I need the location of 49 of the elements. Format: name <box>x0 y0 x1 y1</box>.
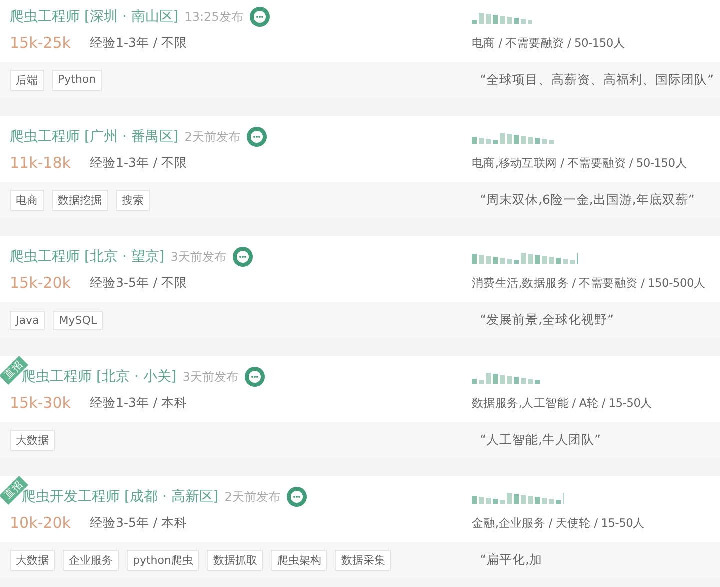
job-requirements: 经验1-3年 / 不限 <box>90 154 188 172</box>
salary: 11k-18k <box>10 154 72 172</box>
skill-tag: 搜索 <box>116 190 150 210</box>
company-info: 电商 / 不需要融资 / 50-150人 <box>472 36 626 50</box>
company-info: 电商,移动互联网 / 不需要融资 / 50-150人 <box>472 156 687 170</box>
company-info: 金融,企业服务 / 天使轮 / 15-50人 <box>472 516 645 530</box>
skill-tag: 企业服务 <box>63 550 119 570</box>
salary: 10k-20k <box>10 514 72 532</box>
salary: 15k-25k <box>10 34 72 52</box>
post-time: 2天前发布 <box>224 488 280 506</box>
skill-tag: 大数据 <box>10 550 55 570</box>
skill-tag: Java <box>10 310 46 330</box>
skill-tag: python爬虫 <box>127 550 200 570</box>
job-requirements: 经验3-5年 / 本科 <box>90 514 188 532</box>
post-time: 2天前发布 <box>184 128 240 146</box>
skill-tag: 数据挖掘 <box>52 190 108 210</box>
job-requirements: 经验3-5年 / 不限 <box>90 274 188 292</box>
pixelated-company-name-drawing <box>472 370 541 384</box>
company-slogan: “周末双休,6险一金,出国游,年底双薪” <box>479 192 696 208</box>
job-title[interactable]: 爬虫工程师 [广州 · 番禺区] <box>10 128 179 146</box>
company-slogan: “人工智能,牛人团队” <box>479 432 602 448</box>
job-title[interactable]: 爬虫工程师 [深圳 · 南山区] <box>10 8 179 26</box>
salary: 15k-30k <box>10 394 72 412</box>
chat-icon[interactable] <box>249 6 272 28</box>
skill-tag: 爬虫架构 <box>271 550 328 570</box>
chat-icon[interactable] <box>286 486 308 508</box>
skill-tag: 大数据 <box>10 430 55 450</box>
post-time: 3天前发布 <box>170 248 226 266</box>
skill-tag: 电商 <box>10 190 44 210</box>
skill-tag: 数据抓取 <box>207 550 264 570</box>
salary: 15k-20k <box>10 274 72 292</box>
skill-tag: 后端 <box>10 70 44 90</box>
company-slogan: “扁平化,加 <box>479 552 544 568</box>
job-requirements: 经验1-3年 / 不限 <box>90 34 188 52</box>
chat-icon[interactable] <box>246 126 268 148</box>
post-time: 3天前发布 <box>182 368 238 386</box>
pixelated-company-name-drawing <box>472 10 532 24</box>
post-time: 13:25发布 <box>184 8 244 26</box>
company-slogan: “全球项目、高薪资、高福利、国际团队” <box>479 72 715 88</box>
job-title[interactable]: 爬虫工程师 [北京 · 望京] <box>10 248 165 266</box>
chat-icon[interactable] <box>244 366 266 388</box>
job-requirements: 经验1-3年 / 本科 <box>90 394 188 412</box>
skill-tag: MySQL <box>53 310 104 330</box>
chat-icon[interactable] <box>232 246 254 268</box>
skill-tag: Python <box>52 70 102 90</box>
company-slogan: “发展前景,全球化视野” <box>479 312 615 328</box>
company-info: 数据服务,人工智能 / A轮 / 15-50人 <box>472 396 652 410</box>
skill-tag: 数据采集 <box>335 550 392 570</box>
company-info: 消费生活,数据服务 / 不需要融资 / 150-500人 <box>472 276 706 290</box>
